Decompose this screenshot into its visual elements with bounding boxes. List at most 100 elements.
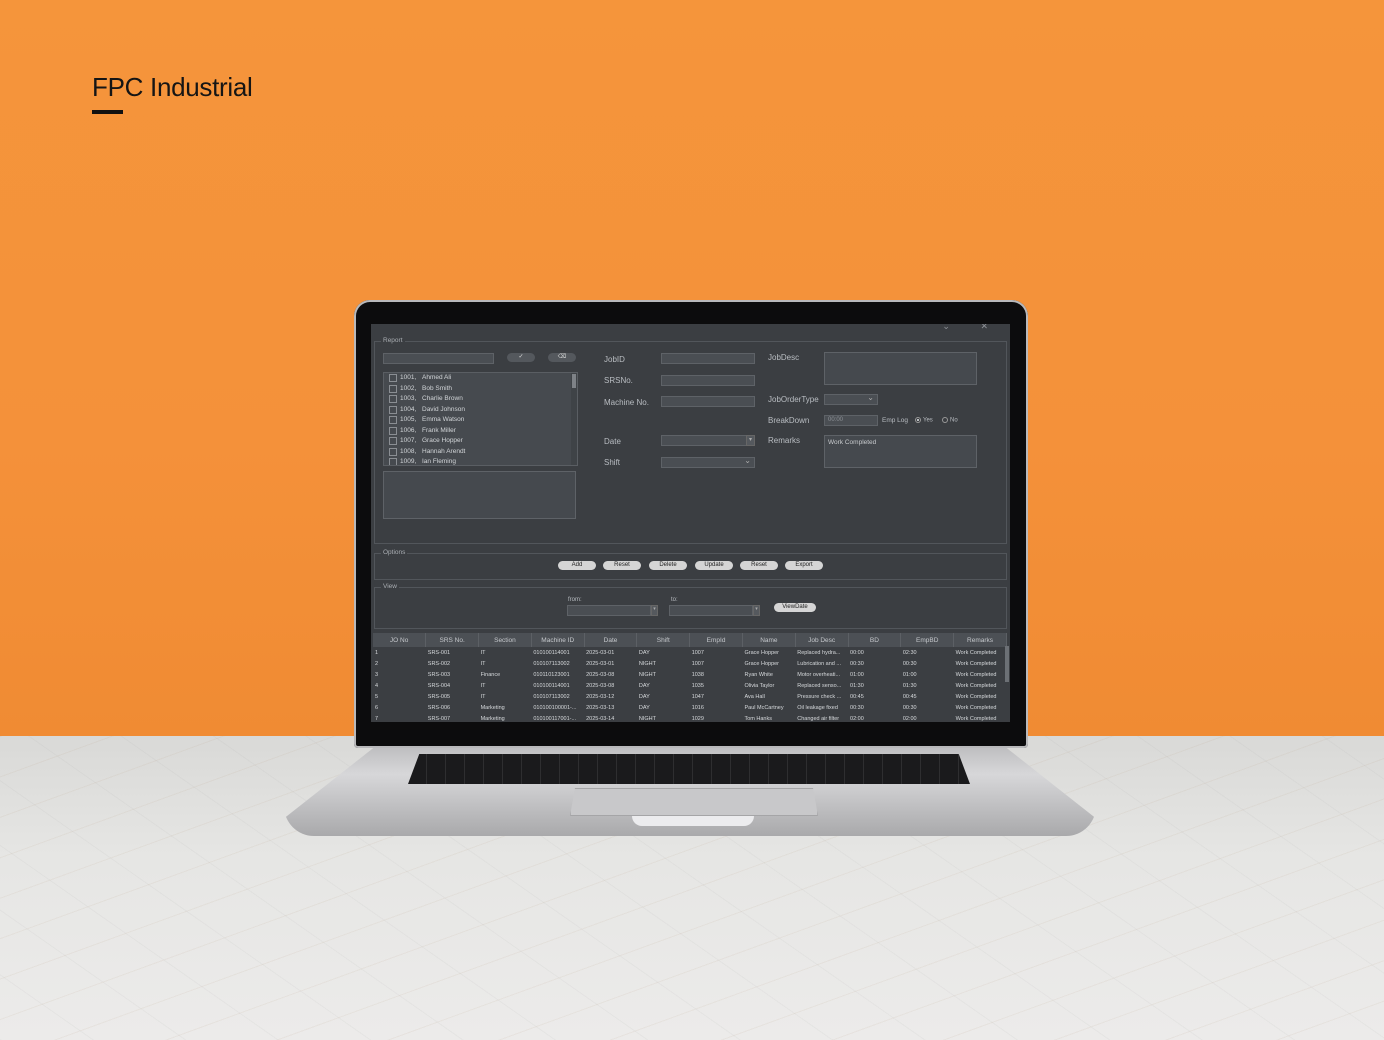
from-date-input[interactable] <box>567 605 651 616</box>
view-legend: View <box>381 583 399 590</box>
table-cell: NIGHT <box>638 715 657 722</box>
table-cell: Work Completed <box>955 682 997 689</box>
table-cell: SRS-002 <box>427 660 451 667</box>
search-input[interactable] <box>383 353 494 364</box>
to-label: to: <box>671 597 678 603</box>
table-cell: Work Completed <box>955 660 997 667</box>
selected-employees-box[interactable] <box>383 471 576 519</box>
list-item[interactable]: 1006, Frank Miller <box>384 426 577 437</box>
remarks-textarea[interactable]: Work Completed <box>824 435 977 468</box>
column-header[interactable]: Remarks <box>953 633 1007 647</box>
laptop-keyboard <box>408 754 970 784</box>
column-header[interactable]: Machine ID <box>531 633 585 647</box>
jobdesc-label: JobDesc <box>768 353 800 362</box>
employee-list[interactable]: 1001, Ahmed Ali 1002, Bob Smith 1003, Charlie… <box>383 372 578 466</box>
shift-select[interactable] <box>661 456 755 468</box>
table-cell: Finance <box>480 671 501 678</box>
date-input[interactable] <box>661 435 747 446</box>
list-item[interactable]: 1008, Hannah Arendt <box>384 447 577 458</box>
list-item[interactable]: 1009, Ian Fleming <box>384 457 577 465</box>
table-cell: 00:30 <box>850 704 864 711</box>
column-header[interactable]: JO No <box>373 633 427 647</box>
checkbox[interactable] <box>389 458 397 465</box>
table-cell: IT <box>480 682 486 689</box>
table-cell: 2025-03-14 <box>586 715 615 722</box>
table-row[interactable]: 6 SRS-006 Marketing 010100100001-... 2025-03… <box>373 702 1007 713</box>
window-controls[interactable]: ⌄ ✕ <box>942 324 1002 332</box>
export-button[interactable]: Export <box>785 561 823 570</box>
viewdate-button[interactable]: ViewDate <box>774 603 816 612</box>
jobordertype-select[interactable] <box>824 393 878 405</box>
column-header[interactable]: Name <box>742 633 796 647</box>
emplog-no-option[interactable]: No <box>942 417 958 424</box>
check-button[interactable]: ✓ <box>507 353 535 362</box>
clear-button[interactable]: ⌫ <box>548 353 576 362</box>
checkbox[interactable] <box>389 416 397 425</box>
options-legend: Options <box>381 549 408 556</box>
list-item[interactable]: 1005, Emma Watson <box>384 415 577 426</box>
radio-unselected-icon[interactable] <box>942 417 948 423</box>
emplog-label: Emp Log <box>882 417 909 424</box>
column-header[interactable]: Shift <box>636 633 691 647</box>
checkbox[interactable] <box>389 405 397 414</box>
table-cell: 00:30 <box>850 660 864 667</box>
jobdesc-textarea[interactable] <box>824 352 977 385</box>
column-header[interactable]: Section <box>478 633 532 647</box>
jobid-input[interactable] <box>661 353 755 364</box>
list-item[interactable]: 1004, David Johnson <box>384 405 577 416</box>
breakdown-input[interactable]: 00:00 <box>824 415 878 426</box>
checkbox[interactable] <box>389 374 397 383</box>
table-cell: DAY <box>638 682 650 689</box>
column-header[interactable]: Date <box>584 633 638 647</box>
laptop-trackpad <box>570 788 818 816</box>
emplog-yes-option[interactable]: Yes <box>915 417 933 424</box>
checkbox[interactable] <box>389 447 397 456</box>
table-cell: Work Completed <box>955 649 997 656</box>
from-calendar-icon[interactable]: ▾ <box>651 605 658 616</box>
list-item[interactable]: 1001, Ahmed Ali <box>384 373 577 384</box>
table-row[interactable]: 3 SRS-003 Finance 010110123001 2025-03-08 NIG… <box>373 669 1007 680</box>
checkbox[interactable] <box>389 384 397 393</box>
list-item[interactable]: 1003, Charlie Brown <box>384 394 577 405</box>
employee-name: Hannah Arendt <box>422 447 466 455</box>
table-cell: SRS-007 <box>427 715 451 722</box>
table-cell: 1038 <box>691 671 704 678</box>
column-header[interactable]: BD <box>848 633 902 647</box>
table-cell: DAY <box>638 649 650 656</box>
radio-selected-icon[interactable] <box>915 417 921 423</box>
table-cell: 010100114001 <box>533 682 570 689</box>
checkbox[interactable] <box>389 437 397 446</box>
reset-button[interactable]: Reset <box>603 561 641 570</box>
column-header[interactable]: Job Desc <box>795 633 849 647</box>
table-row[interactable]: 5 SRS-005 IT 010107113002 2025-03-12 DAY 1047 A… <box>373 691 1007 702</box>
column-header[interactable]: EmpBD <box>900 633 955 647</box>
jobid-label: JobID <box>604 355 625 364</box>
table-row[interactable]: 2 SRS-002 IT 010107113002 2025-03-01 NIGHT 100… <box>373 658 1007 669</box>
table-row[interactable]: 4 SRS-004 IT 010100114001 2025-03-08 DAY 1035 O… <box>373 680 1007 691</box>
to-calendar-icon[interactable]: ▾ <box>753 605 760 616</box>
delete-button[interactable]: Delete <box>649 561 687 570</box>
calendar-dropdown-icon[interactable]: ▾ <box>746 435 755 446</box>
table-cell: 2025-03-12 <box>586 693 615 700</box>
to-date-input[interactable] <box>669 605 753 616</box>
checkbox[interactable] <box>389 426 397 435</box>
add-button[interactable]: Add <box>558 561 596 570</box>
checkbox[interactable] <box>389 395 397 404</box>
srsno-input[interactable] <box>661 375 755 386</box>
employee-list-scrollbar[interactable] <box>571 373 577 465</box>
employee-name: Frank Miller <box>422 426 456 434</box>
table-scrollbar[interactable] <box>1005 646 1009 682</box>
scrollbar-thumb[interactable] <box>572 374 576 388</box>
table-header-row: JO No SRS No. Section Machine ID Date Shift Em… <box>373 633 1007 647</box>
table-cell: 01:00 <box>850 671 864 678</box>
list-item[interactable]: 1007, Grace Hopper <box>384 436 577 447</box>
table-cell: SRS-001 <box>427 649 451 656</box>
column-header[interactable]: EmpId <box>689 633 743 647</box>
table-row[interactable]: 1 SRS-001 IT 010100114001 2025-03-01 DAY 1007 G… <box>373 647 1007 658</box>
list-item[interactable]: 1002, Bob Smith <box>384 384 577 395</box>
update-button[interactable]: Update <box>695 561 733 570</box>
table-row[interactable]: 7 SRS-007 Marketing 010100117001-... 2025-03… <box>373 713 1007 722</box>
column-header[interactable]: SRS No. <box>425 633 480 647</box>
reset-button-2[interactable]: Reset <box>740 561 778 570</box>
machineno-input[interactable] <box>661 396 755 407</box>
